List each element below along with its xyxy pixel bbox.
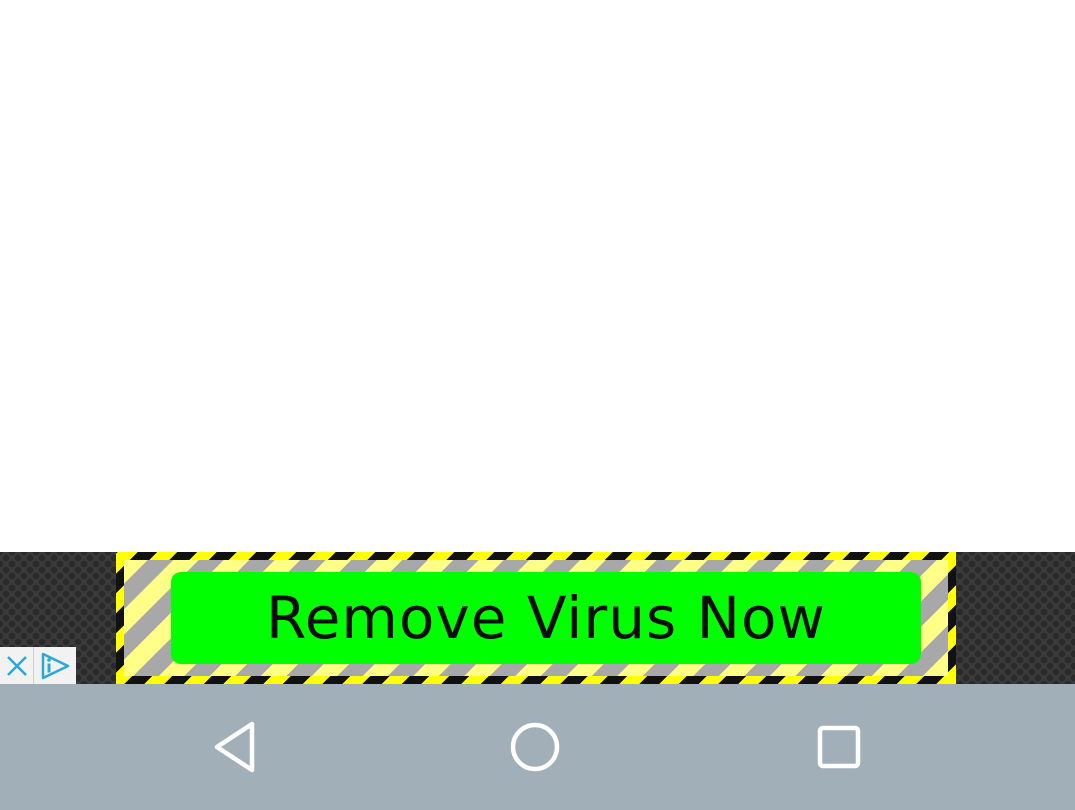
remove-virus-button[interactable]: Remove Virus Now [171, 572, 921, 664]
nav-home-button[interactable] [503, 715, 567, 779]
home-circle-icon [510, 722, 560, 772]
back-triangle-icon [214, 721, 255, 773]
navigation-bar [0, 684, 1075, 810]
ad-close-button[interactable] [0, 647, 34, 684]
remove-virus-label: Remove Virus Now [266, 584, 826, 652]
close-icon [6, 655, 27, 676]
adchoices-icon [41, 652, 70, 679]
ad-banner[interactable]: Remove Virus Now [116, 552, 956, 684]
nav-back-button[interactable] [202, 715, 266, 779]
blank-content-area [0, 0, 1075, 552]
phone-screen: Remove Virus Now [0, 0, 1075, 810]
nav-recents-button[interactable] [807, 715, 871, 779]
adchoices-button[interactable] [34, 647, 76, 684]
ad-choices-badge [0, 647, 76, 684]
recents-square-icon [817, 725, 861, 769]
